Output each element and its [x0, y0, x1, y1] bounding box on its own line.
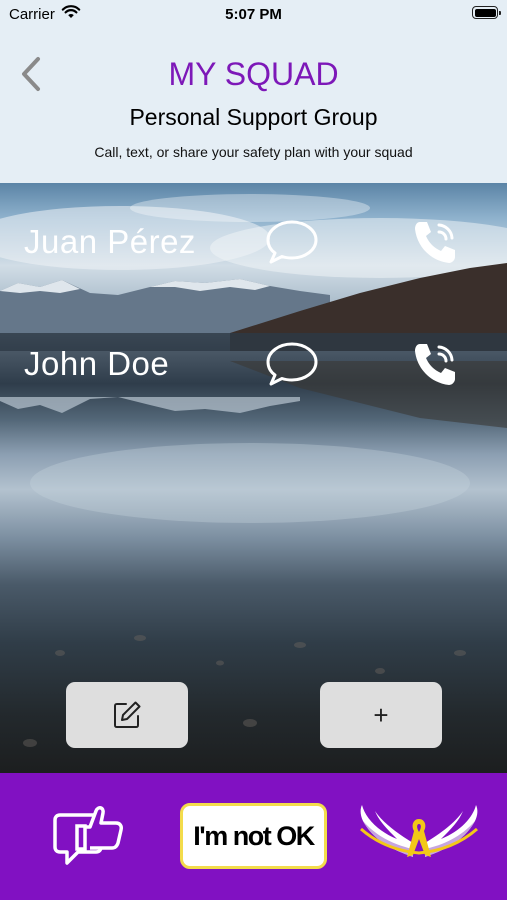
message-button[interactable]: [265, 341, 319, 392]
wings-ribbon-icon: [360, 805, 478, 857]
page-description: Call, text, or share your safety plan wi…: [94, 144, 413, 160]
contact-row: John Doe: [0, 335, 507, 395]
contact-name: Juan Pérez: [24, 223, 196, 260]
background-photo: Juan Pérez John Doe +: [0, 183, 507, 773]
thumbs-up-chat-icon: [53, 806, 123, 865]
call-button[interactable]: [411, 217, 461, 272]
chat-bubble-icon: [266, 342, 318, 386]
edit-icon: [114, 701, 141, 728]
battery-icon: [472, 6, 501, 19]
bottom-bar: I'm not OK: [0, 773, 507, 900]
status-bar: Carrier 5:07 PM: [0, 0, 507, 30]
plus-icon: +: [373, 700, 389, 730]
not-ok-button[interactable]: I'm not OK: [180, 803, 327, 869]
wings-logo[interactable]: [357, 799, 481, 874]
contact-row: Juan Pérez: [0, 213, 507, 273]
page-subtitle: Personal Support Group: [129, 104, 378, 130]
feeling-ok-button[interactable]: [52, 801, 126, 876]
page-title: MY SQUAD: [168, 56, 339, 92]
phone-icon: [415, 344, 455, 385]
call-button[interactable]: [411, 339, 461, 394]
header: MY SQUAD Personal Support Group Call, te…: [0, 30, 507, 183]
chat-bubble-icon: [266, 220, 318, 264]
contact-name: John Doe: [24, 345, 170, 382]
add-contact-button[interactable]: +: [320, 682, 442, 748]
edit-button[interactable]: [66, 682, 188, 748]
phone-icon: [415, 222, 455, 263]
clock: 5:07 PM: [225, 6, 282, 23]
message-button[interactable]: [265, 219, 319, 270]
